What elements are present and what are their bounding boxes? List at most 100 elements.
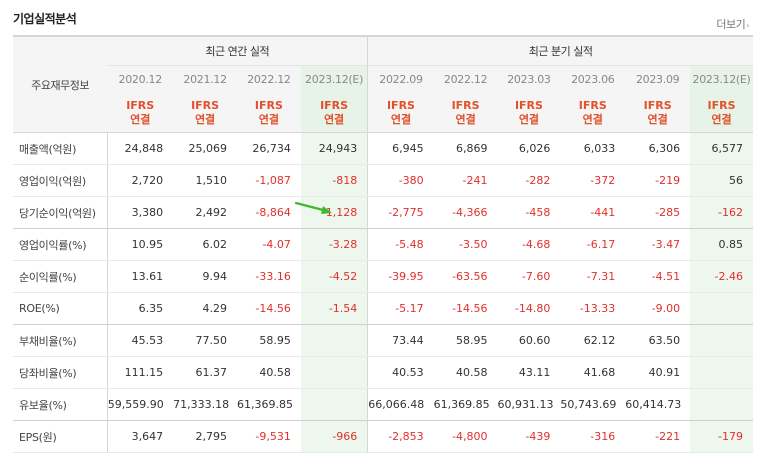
- ifrs-label: IFRS: [451, 98, 480, 112]
- table-cell: -4,800: [433, 420, 498, 453]
- ifrs-label: IFRS: [254, 98, 283, 112]
- table-cell: [690, 324, 753, 357]
- table-cell: 26,734: [237, 132, 301, 165]
- ifrs-label: IFRS: [643, 98, 672, 112]
- row-label: 당기순이익(억원): [13, 196, 108, 229]
- table-cell: 4.29: [173, 292, 237, 325]
- table-cell: 9.94: [173, 260, 237, 293]
- table-cell: -33.16: [237, 260, 301, 293]
- table-cell: 40.58: [237, 356, 301, 389]
- table-cell: 6.35: [107, 292, 174, 325]
- ifrs-header: IFRS 연결: [690, 93, 753, 133]
- ifrs-label: IFRS: [126, 98, 155, 112]
- ifrs-header: IFRS 연결: [433, 93, 498, 133]
- table-cell: 58.95: [237, 324, 301, 357]
- period-header: 2022.12: [433, 65, 498, 93]
- table-cell: -282: [497, 164, 561, 197]
- ifrs-header: IFRS 연결: [300, 93, 368, 133]
- table-cell: -63.56: [433, 260, 498, 293]
- table-cell: 40.58: [433, 356, 498, 389]
- table-cell: 50,743.69: [560, 388, 626, 421]
- financial-summary-table: 주요재무정보 최근 연간 실적 최근 분기 실적 2020.12 2021.12 2…: [13, 35, 753, 453]
- table-row: 매출액(억원) 24,848 25,069 26,734 24,943 6,945 6,86…: [13, 132, 753, 165]
- table-cell: -221: [625, 420, 691, 453]
- table-cell: -162: [690, 196, 753, 229]
- row-label: 당좌비율(%): [13, 356, 108, 389]
- table-cell: -7.60: [497, 260, 561, 293]
- table-cell: -14.80: [497, 292, 561, 325]
- table-cell: 40.53: [367, 356, 434, 389]
- table-cell: 58.95: [433, 324, 498, 357]
- table-cell: 6,033: [560, 132, 626, 165]
- period-header: 2023.09: [625, 65, 691, 93]
- table-cell: 3,647: [107, 420, 174, 453]
- consolidated-label: 연결: [390, 112, 412, 126]
- ifrs-header: IFRS 연결: [367, 93, 434, 133]
- table-cell: 77.50: [173, 324, 237, 357]
- period-header: 2023.12(E): [300, 65, 368, 93]
- table-cell: -966: [300, 420, 368, 453]
- period-header: 2023.03: [497, 65, 561, 93]
- table-cell: -5.17: [367, 292, 434, 325]
- table-cell: 71,333.18: [173, 388, 237, 421]
- table-cell: 6,577: [690, 132, 753, 165]
- table-row: EPS(원) 3,647 2,795 -9,531 -966 -2,853 -4,800 -4…: [13, 420, 753, 453]
- period-header: 2020.12: [107, 65, 174, 93]
- table-cell: 61.37: [173, 356, 237, 389]
- table-row: ROE(%) 6.35 4.29 -14.56 -1.54 -5.17 -14.56 -14.…: [13, 292, 753, 325]
- table-cell: 61,369.85: [237, 388, 301, 421]
- table-cell: 73.44: [367, 324, 434, 357]
- table-row: 부채비율(%) 45.53 77.50 58.95 73.44 58.95 60.60 62.…: [13, 324, 753, 357]
- table-cell: 6,026: [497, 132, 561, 165]
- table-cell: -2.46: [690, 260, 753, 293]
- header-row-groups: 주요재무정보 최근 연간 실적 최근 분기 실적: [13, 35, 753, 133]
- period-header: 2023.06: [560, 65, 626, 93]
- ifrs-label: IFRS: [386, 98, 415, 112]
- table-cell: -4.52: [300, 260, 368, 293]
- consolidated-label: 연결: [647, 112, 668, 126]
- table-cell: 0.85: [690, 228, 753, 261]
- row-label: 영업이익(억원): [13, 164, 108, 197]
- period-header: 2022.12: [237, 65, 301, 93]
- table-cell: 66,066.48: [367, 388, 434, 421]
- table-cell: -179: [690, 420, 753, 453]
- table-cell: 10.95: [107, 228, 174, 261]
- table-cell: -1,128: [300, 196, 368, 229]
- table-cell: 60,931.13: [497, 388, 561, 421]
- table-cell: -439: [497, 420, 561, 453]
- table-cell: -3.47: [625, 228, 691, 261]
- table-cell: 63.50: [625, 324, 691, 357]
- ifrs-header: IFRS 연결: [237, 93, 301, 133]
- table-body: 매출액(억원) 24,848 25,069 26,734 24,943 6,945 6,86…: [13, 132, 753, 453]
- table-cell: -4.68: [497, 228, 561, 261]
- table-cell: 6,306: [625, 132, 691, 165]
- table-cell: -9.00: [625, 292, 691, 325]
- row-label: ROE(%): [13, 292, 108, 325]
- table-cell: 25,069: [173, 132, 237, 165]
- table-row: 영업이익(억원) 2,720 1,510 -1,087 -818 -380 -241 -282…: [13, 164, 753, 197]
- consolidated-label: 연결: [323, 112, 345, 126]
- row-label: 영업이익률(%): [13, 228, 108, 261]
- table-cell: -5.48: [367, 228, 434, 261]
- table-cell: -7.31: [560, 260, 626, 293]
- table-cell: 2,795: [173, 420, 237, 453]
- table-cell: 60,414.73: [625, 388, 691, 421]
- table-cell: -241: [433, 164, 498, 197]
- ifrs-label: IFRS: [707, 98, 736, 112]
- ifrs-label: IFRS: [320, 98, 349, 112]
- table-cell: -219: [625, 164, 691, 197]
- consolidated-label: 연결: [518, 112, 540, 126]
- table-cell: [300, 356, 368, 389]
- more-link[interactable]: 더보기›: [716, 16, 749, 32]
- table-cell: -4.07: [237, 228, 301, 261]
- table-cell: -4,366: [433, 196, 498, 229]
- table-cell: 56: [690, 164, 753, 197]
- table-cell: 1,510: [173, 164, 237, 197]
- table-cell: -818: [300, 164, 368, 197]
- table-cell: -2,853: [367, 420, 434, 453]
- header-row-periods: 2020.12 2021.12 2022.12 2023.12(E) 2022.09 20…: [13, 65, 753, 93]
- consolidated-label: 연결: [711, 112, 732, 126]
- table-cell: -9,531: [237, 420, 301, 453]
- table-cell: 6.02: [173, 228, 237, 261]
- table-cell: -14.56: [237, 292, 301, 325]
